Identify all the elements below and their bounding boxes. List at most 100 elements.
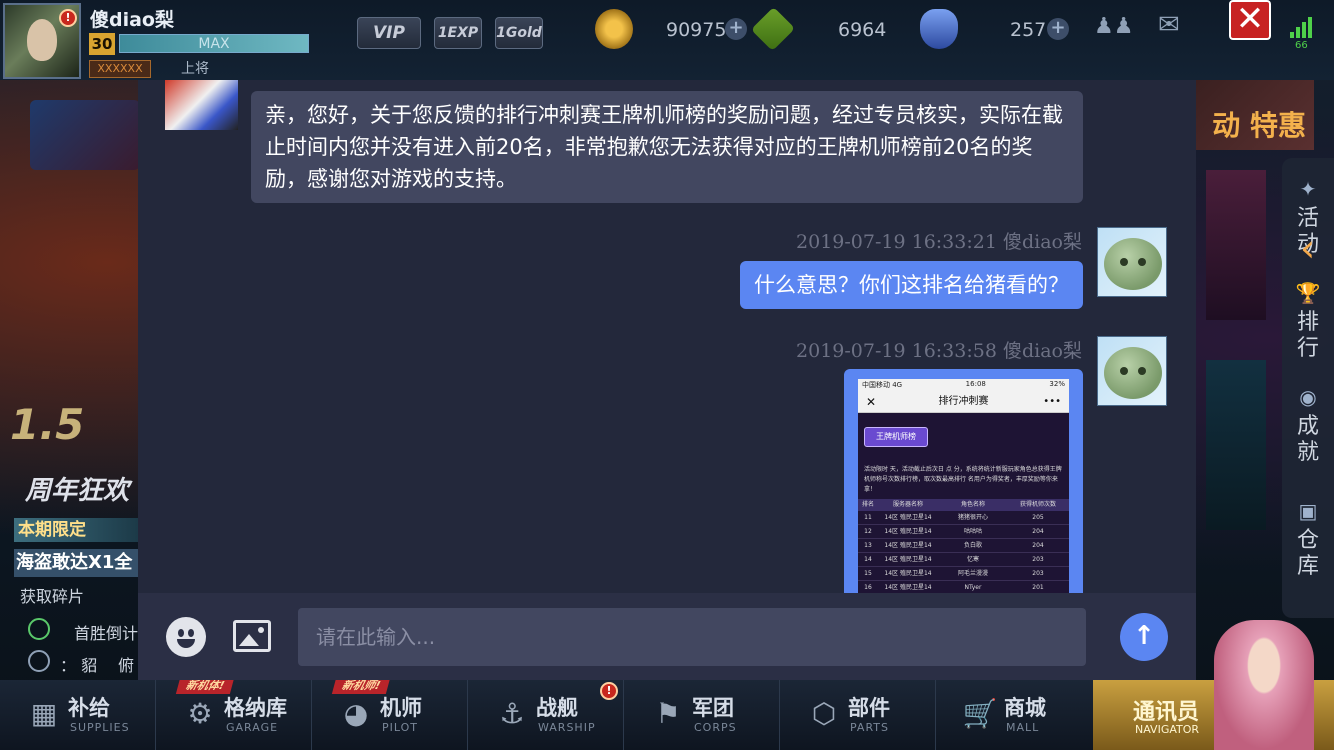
side-menu-warehouse-label: 仓 库: [1296, 528, 1319, 579]
player-avatar[interactable]: !: [3, 3, 81, 79]
col-rank: 排名: [861, 501, 874, 508]
nav-corps-sub: CORPS: [694, 721, 737, 734]
phone-close-icon: ✕: [866, 395, 877, 409]
anniversary-number: 1.5: [10, 400, 85, 449]
message-meta: 2019-07-19 16:33:21 傻diao梨: [796, 227, 1082, 254]
left-panel: 1.5 周年狂欢 本期限定 海盗敢达X1全 获取碎片 首胜倒计 ： 貂 俯: [0, 80, 138, 680]
support-chat-panel: 亲，您好，关于您反馈的排行冲刺赛王牌机师榜的奖励问题，经过专员核实，实际在截止时…: [138, 80, 1196, 680]
nav-pilot[interactable]: 新机师! ◕ 机师 PILOT: [312, 678, 468, 750]
navigator-label: 通讯员: [1133, 700, 1200, 725]
user-message-bubble: 什么意思？你们这排名给猪看的？: [740, 261, 1083, 309]
chat-message-list[interactable]: 亲，您好，关于您反馈的排行冲刺赛王牌机师榜的奖励问题，经过专员核实，实际在截止时…: [138, 80, 1196, 593]
corps-icon: ⚑: [655, 697, 681, 730]
chevron-left-icon[interactable]: ‹: [1300, 226, 1315, 270]
side-menu-ranking-label: 排 行: [1296, 310, 1319, 361]
ranking-screenshot: 中国移动 4G 16:08 32% ✕ 排行冲刺赛 ••• 王牌机师榜 活动限时…: [858, 379, 1069, 593]
user-avatar: [1097, 227, 1167, 297]
vip-badge[interactable]: VIP: [357, 17, 421, 49]
phone-description: 活动限时 天，活动截止后次日 点 分，系统将统计新服玩家角色总获得王牌机师称号次…: [864, 466, 1062, 493]
add-crystal-button[interactable]: +: [1047, 18, 1069, 40]
gold-value: 90975: [666, 19, 727, 41]
phone-more-icon: •••: [1043, 396, 1061, 407]
clock-icon: [28, 618, 50, 640]
add-gold-button[interactable]: +: [725, 18, 747, 40]
message-timestamp: 2019-07-19 16:33:21: [796, 231, 997, 253]
nav-warship-sub: WARSHIP: [538, 721, 596, 734]
col-count: 获得机师次数: [1019, 501, 1056, 508]
alert-icon: !: [59, 9, 77, 27]
exp-badge[interactable]: 1EXP: [434, 17, 482, 49]
rank-insignia: XXXXXX: [89, 60, 151, 78]
friends-icon[interactable]: ♟♟: [1094, 14, 1133, 39]
message-meta: 2019-07-19 16:33:58 傻diao梨: [796, 336, 1082, 363]
close-icon[interactable]: ✕: [1229, 0, 1271, 40]
limited-label[interactable]: 本期限定: [14, 518, 138, 542]
side-menu-achievement[interactable]: ◉ 成 就: [1282, 384, 1334, 466]
nav-garage[interactable]: 新机体! ⚙ 格纳库 GARAGE: [156, 678, 312, 750]
nav-supplies-label: 补给: [68, 696, 110, 720]
warship-alert-icon: !: [600, 682, 618, 700]
crystal-value: 257: [1010, 19, 1047, 41]
navigator-character: [1214, 620, 1314, 750]
table-row: 11 14区 殖民卫星14 猪猪很开心 205: [858, 511, 1069, 525]
anniversary-title: 周年狂欢: [25, 476, 130, 506]
chip-value: 6964: [838, 19, 887, 41]
support-message-bubble: 亲，您好，关于您反馈的排行冲刺赛王牌机师榜的奖励问题，经过专员核实，实际在截止时…: [251, 91, 1083, 203]
limited-unit-name[interactable]: 海盗敢达X1全: [14, 549, 138, 577]
nav-corps[interactable]: ⚑ 军团 CORPS: [624, 680, 780, 750]
get-fragments-link[interactable]: 获取碎片: [20, 583, 84, 607]
signal-value: 66: [1295, 40, 1308, 51]
mall-icon: 🛒: [962, 697, 998, 730]
haro-avatar-icon: [1104, 238, 1162, 290]
side-menu-warehouse[interactable]: ▣ 仓 库: [1282, 498, 1334, 580]
phone-table-header: 排名 服务器名称 角色名称 获得机师次数: [858, 499, 1069, 511]
top-bar: ! 傻diao梨 30 MAX XXXXXX 上将 VIP 1EXP 1Gold…: [0, 0, 1334, 80]
parts-icon: ⬡: [811, 697, 837, 730]
nav-supplies[interactable]: ▦ 补给 SUPPLIES: [0, 680, 156, 750]
message-input[interactable]: [298, 608, 1086, 666]
image-upload-icon[interactable]: [233, 620, 271, 652]
rank-title: 上将: [181, 61, 209, 77]
col-role: 角色名称: [960, 501, 985, 508]
send-button[interactable]: ↑: [1120, 613, 1168, 661]
garage-icon: ⚙: [187, 697, 213, 730]
nav-parts[interactable]: ⬡ 部件 PARTS: [780, 680, 936, 750]
phone-title: 排行冲刺赛: [938, 396, 989, 407]
phone-carrier: 中国移动 4G: [862, 381, 903, 389]
mail-icon[interactable]: ✉: [1158, 10, 1180, 40]
haro-avatar-icon: [1104, 347, 1162, 399]
nav-corps-label: 军团: [692, 696, 734, 720]
server-text-suffix: 俯: [118, 656, 135, 675]
gold-coin-icon: [595, 9, 633, 49]
message-sender: 傻diao梨: [1002, 340, 1082, 362]
side-menu-achievement-label: 成 就: [1296, 414, 1319, 465]
phone-clock: 16:08: [965, 380, 986, 388]
phone-tab-button: 王牌机师榜: [864, 427, 928, 447]
chat-input-bar: ↑: [138, 593, 1196, 680]
image-message[interactable]: 中国移动 4G 16:08 32% ✕ 排行冲刺赛 ••• 王牌机师榜 活动限时…: [844, 369, 1083, 593]
globe-icon: [28, 650, 50, 672]
trophy-icon: 🏆: [1295, 281, 1321, 305]
crystal-icon: [920, 9, 958, 49]
nav-mall[interactable]: 🛒 商城 MALL: [936, 680, 1092, 750]
table-row: 12 14区 殖民卫星14 咕咕咕 204: [858, 525, 1069, 539]
pilot-icon: ◕: [343, 697, 369, 730]
nav-warship[interactable]: ! ⚓ 战舰 WARSHIP: [468, 680, 624, 750]
avatar-face: [27, 19, 57, 61]
nav-parts-label: 部件: [848, 696, 890, 720]
xp-bar: MAX: [119, 34, 309, 53]
player-name: 傻diao梨: [90, 9, 174, 31]
emoji-icon[interactable]: [166, 617, 206, 657]
nav-mall-sub: MALL: [1006, 721, 1040, 734]
server-text: ： 貂: [60, 656, 98, 675]
gold-badge[interactable]: 1Gold: [495, 17, 543, 49]
table-row: 13 14区 殖民卫星14 负白歌 204: [858, 539, 1069, 553]
medal-icon: ◉: [1299, 385, 1317, 409]
warehouse-icon: ▣: [1298, 499, 1318, 523]
navigator-sub: NAVIGATOR: [1135, 723, 1200, 736]
right-panel: 动 特惠 ✦ 活 动 🏆 排 行 ◉ 成 就 ▣ 仓 库: [1196, 80, 1334, 680]
promo-banner[interactable]: 动 特惠: [1196, 80, 1314, 150]
side-menu-ranking[interactable]: 🏆 排 行: [1282, 280, 1334, 362]
col-server: 服务器名称: [892, 501, 923, 508]
message-sender: 傻diao梨: [1002, 231, 1082, 253]
